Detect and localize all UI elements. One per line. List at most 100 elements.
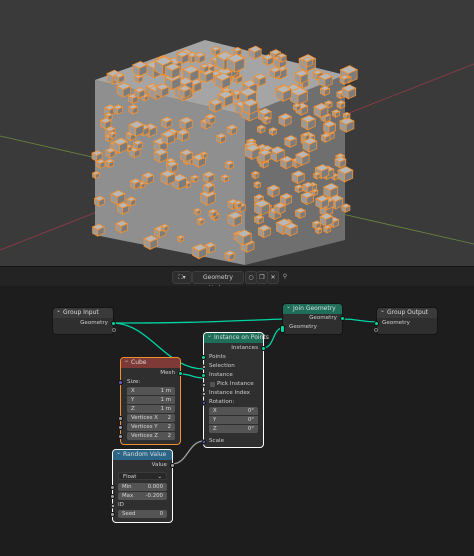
instanced-cube (278, 113, 293, 127)
instanced-cube (279, 155, 294, 170)
instanced-cube (104, 147, 117, 159)
instanced-cube (176, 129, 190, 142)
rotation-z-field[interactable]: Z 0° (209, 425, 258, 433)
node-header[interactable]: Random Value (113, 448, 172, 460)
output-socket-geometry[interactable] (340, 316, 345, 321)
input-socket-geometry[interactable] (374, 321, 379, 326)
input-socket-seed[interactable] (110, 512, 115, 517)
instanced-cube (131, 60, 148, 77)
pick-instance-checkbox[interactable] (210, 382, 215, 387)
unlink-button[interactable]: ✕ (267, 271, 279, 284)
instanced-cube (113, 72, 126, 84)
input-socket-size[interactable] (118, 380, 123, 385)
node-group-output[interactable]: Group Output Geometry (374, 306, 437, 334)
field-label: Vertices Z (131, 433, 158, 439)
min-field[interactable]: Min 0.000 (118, 483, 167, 491)
output-socket-geometry[interactable] (111, 321, 116, 326)
input-socket-vertices-y[interactable] (118, 425, 123, 430)
input-socket-geometry-multi[interactable] (280, 325, 285, 333)
node-instance-on-points[interactable]: Instance on Points Instances Points Sele… (201, 331, 269, 447)
node-header[interactable]: Instance on Points (204, 331, 269, 343)
instanced-cube (133, 87, 146, 99)
instanced-cube (91, 223, 106, 237)
instanced-cube (115, 220, 129, 234)
seed-field[interactable]: Seed 0 (118, 510, 167, 518)
input-socket-vertices-z[interactable] (118, 434, 123, 439)
instanced-cube (215, 133, 227, 144)
size-y-field[interactable]: Y 1 m (127, 396, 175, 404)
instanced-cube (233, 200, 243, 210)
output-socket-mesh[interactable] (178, 371, 183, 376)
instanced-cube (283, 135, 298, 149)
socket-label: Scale (209, 438, 225, 444)
3d-viewport[interactable] (0, 0, 474, 266)
node-group-input[interactable]: Group Input Geometry (53, 306, 116, 334)
output-socket-empty[interactable] (112, 328, 116, 332)
editor-type-menu[interactable]: ⛶▾ (172, 271, 192, 284)
socket-label: Geometry (309, 315, 337, 321)
instanced-cube (322, 225, 332, 234)
instanced-cube (116, 202, 130, 215)
pin-icon[interactable]: ⚲ (280, 271, 290, 282)
node-editor-canvas[interactable]: Group Input Geometry Join Geometry Geome… (0, 286, 474, 556)
node-header[interactable]: Group Input (53, 306, 113, 318)
instanced-cube (253, 199, 271, 216)
input-socket-instance[interactable] (201, 373, 206, 378)
instanced-cube (160, 116, 173, 129)
field-value: 2 (167, 433, 171, 439)
instanced-cube (165, 160, 179, 174)
node-random-value[interactable]: Random Value Value Float ⌄ Min 0.000 Max -0… (110, 448, 175, 522)
instanced-cube (268, 66, 282, 79)
rotation-x-field[interactable]: X 0° (209, 407, 258, 415)
socket-label: Points (209, 354, 226, 360)
input-socket-points[interactable] (201, 355, 206, 360)
vertices-x-field[interactable]: Vertices X 2 (127, 414, 175, 422)
field-value: 0 (159, 511, 163, 517)
rotation-y-field[interactable]: Y 0° (209, 416, 258, 424)
output-socket-value[interactable] (170, 463, 175, 468)
socket-label: Geometry (80, 320, 108, 326)
node-join-geometry[interactable]: Join Geometry Geometry Geometry (280, 302, 345, 334)
field-label: Vertices X (131, 415, 158, 421)
node-tree-icon: ⛶▾ (178, 274, 186, 281)
instanced-cube (342, 111, 351, 120)
node-tree-name-field[interactable]: Geometry Nodes (192, 271, 244, 292)
instanced-cube (311, 220, 322, 230)
instanced-cube (258, 149, 272, 163)
instanced-cube (208, 98, 223, 113)
node-editor-header: ⛶▾ Geometry Nodes ○ ❐ ✕ ⚲ (0, 266, 474, 292)
node-header[interactable]: Join Geometry (283, 302, 342, 314)
instanced-cube (294, 207, 307, 220)
instanced-cube (99, 117, 112, 130)
field-label: Y (213, 417, 217, 423)
input-socket-max[interactable] (110, 494, 115, 499)
instanced-cube (220, 174, 230, 183)
input-socket-min[interactable] (110, 485, 115, 490)
data-type-dropdown[interactable]: Float ⌄ (118, 472, 167, 480)
input-socket-vertices-x[interactable] (118, 416, 123, 421)
field-value: 0° (247, 408, 254, 414)
vertices-y-field[interactable]: Vertices Y 2 (127, 423, 175, 431)
vertices-z-field[interactable]: Vertices Z 2 (127, 432, 175, 440)
link-random-scale (171, 440, 205, 465)
size-x-field[interactable]: X 1 m (127, 387, 175, 395)
input-socket-empty[interactable] (374, 328, 378, 332)
instanced-cube (322, 120, 337, 135)
viewport-canvas[interactable] (0, 0, 474, 266)
field-label: Z (213, 426, 217, 432)
instanced-cube (261, 115, 272, 125)
instanced-cube (127, 104, 139, 115)
node-cube[interactable]: Cube Mesh Size: X 1 m Y 1 m Z 1 m Vertices … (118, 356, 183, 444)
output-socket-instances[interactable] (261, 346, 266, 351)
socket-label: Instances (231, 345, 258, 351)
socket-label: Instance (209, 372, 233, 378)
field-value: 0° (247, 426, 254, 432)
dropdown-value: Float (123, 474, 137, 480)
max-field[interactable]: Max -0.200 (118, 492, 167, 500)
field-label: Min (122, 484, 132, 490)
field-value: 0.000 (147, 484, 163, 490)
node-header[interactable]: Cube (121, 356, 180, 368)
node-header[interactable]: Group Output (377, 306, 437, 318)
size-z-field[interactable]: Z 1 m (127, 405, 175, 413)
instanced-cube (129, 178, 142, 190)
